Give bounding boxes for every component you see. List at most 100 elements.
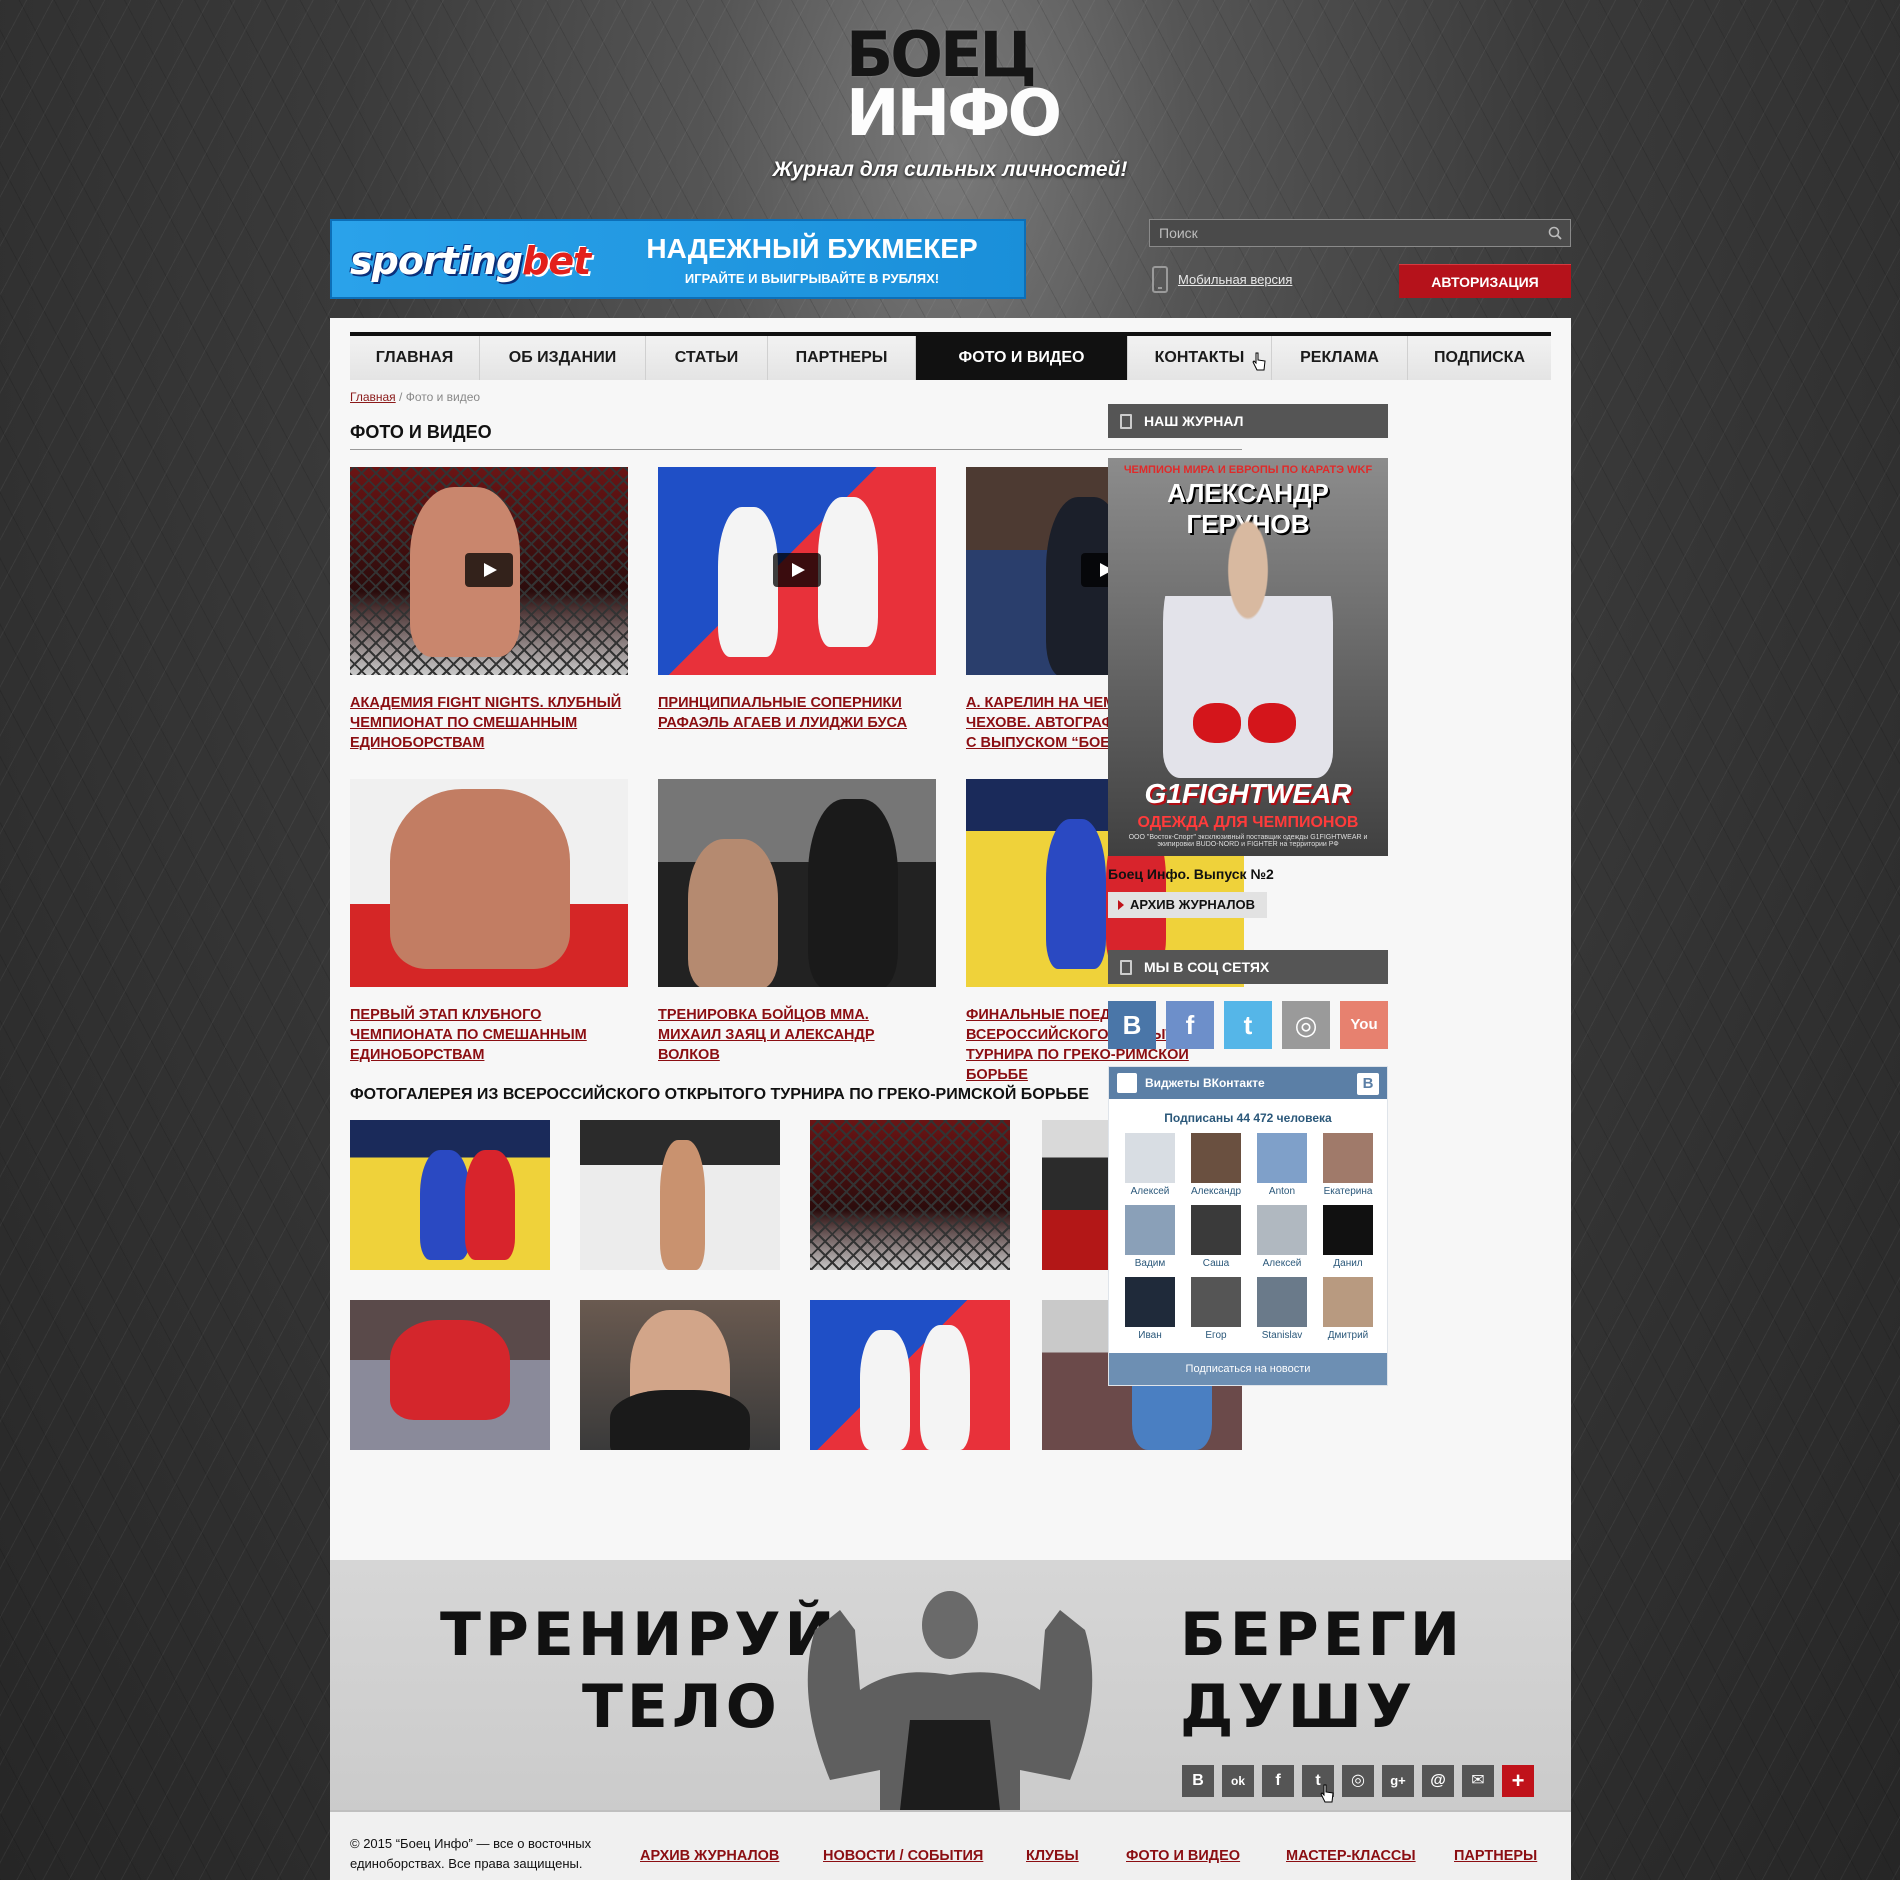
footer-link-master-classes[interactable]: МАСТЕР-КЛАССЫ [1286, 1848, 1416, 1864]
content-panel: ГЛАВНАЯ ОБ ИЗДАНИИ СТАТЬИ ПАРТНЕРЫ ФОТО … [330, 318, 1571, 1880]
cover-small-print: ООО "Восток-Спорт" эксклюзивный поставщи… [1128, 834, 1368, 848]
mobile-version-link[interactable]: Мобильная версия [1178, 272, 1292, 287]
nav-item-partners[interactable]: ПАРТНЕРЫ [768, 336, 916, 380]
youtube-icon[interactable]: You [1340, 1001, 1388, 1049]
vk-icon[interactable]: В [1108, 1001, 1156, 1049]
nav-item-contacts[interactable]: КОНТАКТЫ [1128, 336, 1272, 380]
footer: © 2015 “Боец Инфо” — все о восточных еди… [330, 1810, 1571, 1880]
search-input[interactable] [1150, 220, 1570, 246]
instagram-icon[interactable]: ◎ [1282, 1001, 1330, 1049]
vk-subscriber[interactable]: Вадим [1117, 1205, 1183, 1269]
vk-subscriber[interactable]: Иван [1117, 1277, 1183, 1341]
odnoklassniki-icon[interactable]: ok [1222, 1765, 1254, 1797]
vk-widget-logo-icon [1117, 1073, 1137, 1093]
media-thumbnail[interactable] [350, 467, 628, 675]
vk-subscriber[interactable]: Алексей [1117, 1133, 1183, 1197]
vk-widget-title: Виджеты ВКонтакте [1145, 1076, 1265, 1090]
sidebar-social-heading: МЫ В СОЦ СЕТЯХ [1108, 950, 1388, 984]
document-icon [1120, 414, 1132, 429]
nav-item-advertising[interactable]: РЕКЛАМА [1272, 336, 1408, 380]
gallery-photo[interactable] [580, 1120, 780, 1270]
cover-photo [1163, 518, 1333, 778]
vk-subscriber[interactable]: Anton [1249, 1133, 1315, 1197]
mail-ru-icon[interactable]: @ [1422, 1765, 1454, 1797]
breadcrumb-home-link[interactable]: Главная [350, 390, 396, 404]
vk-icon[interactable]: В [1357, 1073, 1379, 1095]
footer-link-clubs[interactable]: КЛУБЫ [1026, 1848, 1079, 1864]
vk-subscriber[interactable]: Дмитрий [1315, 1277, 1381, 1341]
footer-link-archive[interactable]: АРХИВ ЖУРНАЛОВ [640, 1848, 779, 1864]
ad-banner[interactable]: sportingbet НАДЕЖНЫЙ БУКМЕКЕР ИГРАЙТЕ И … [330, 219, 1026, 299]
avatar [1125, 1277, 1175, 1327]
media-card-title[interactable]: АКАДЕМИЯ FIGHT NIGHTS. КЛУБНЫЙ ЧЕМПИОНАТ… [350, 693, 628, 753]
promo-right-line-2: ДУШУ [1180, 1672, 1417, 1742]
promo-athlete-image [807, 1591, 1093, 1810]
issue-label: Боец Инфо. Выпуск №2 [1108, 866, 1274, 882]
logo-line-2: ИНФО [846, 77, 1062, 151]
vk-subscribe-button[interactable]: Подписаться на новости [1109, 1353, 1387, 1385]
play-icon[interactable] [465, 553, 513, 587]
sidebar-magazine-heading: НАШ ЖУРНАЛ [1108, 404, 1388, 438]
facebook-icon[interactable]: f [1166, 1001, 1214, 1049]
play-icon[interactable] [773, 553, 821, 587]
media-card[interactable]: ТРЕНИРОВКА БОЙЦОВ ММА. МИХАИЛ ЗАЯЦ И АЛЕ… [658, 779, 936, 1065]
magazine-archive-button[interactable]: АРХИВ ЖУРНАЛОВ [1108, 892, 1267, 918]
footer-link-photo-video[interactable]: ФОТО И ВИДЕО [1126, 1848, 1240, 1864]
nav-item-about[interactable]: ОБ ИЗДАНИИ [480, 336, 646, 380]
avatar [1323, 1205, 1373, 1255]
twitter-icon[interactable]: t [1224, 1001, 1272, 1049]
avatar [1257, 1277, 1307, 1327]
vk-subscriber[interactable]: Данил [1315, 1205, 1381, 1269]
cover-slogan: ОДЕЖДА ДЛЯ ЧЕМПИОНОВ [1137, 814, 1359, 831]
ad-brand-logo: sportingbet [350, 239, 591, 283]
google-plus-icon[interactable]: g+ [1382, 1765, 1414, 1797]
gallery-photo[interactable] [350, 1120, 550, 1270]
nav-item-photo-video[interactable]: ФОТО И ВИДЕО [916, 336, 1128, 380]
avatar [1323, 1133, 1373, 1183]
media-thumbnail[interactable] [658, 467, 936, 675]
vk-widget-header: Виджеты ВКонтакте В [1109, 1067, 1387, 1099]
vk-subscriber[interactable]: Екатерина [1315, 1133, 1381, 1197]
footer-link-partners[interactable]: ПАРТНЕРЫ [1454, 1848, 1537, 1864]
instagram-icon[interactable]: ◎ [1342, 1765, 1374, 1797]
login-button[interactable]: АВТОРИЗАЦИЯ [1399, 264, 1571, 298]
promo-left-line-2: ТЕЛО [582, 1672, 781, 1742]
avatar [1323, 1277, 1373, 1327]
vk-icon[interactable]: В [1182, 1765, 1214, 1797]
gallery-photo[interactable] [350, 1300, 550, 1450]
vk-subscriber[interactable]: Егор [1183, 1277, 1249, 1341]
vk-subscriber[interactable]: Stanislav [1249, 1277, 1315, 1341]
facebook-icon[interactable]: f [1262, 1765, 1294, 1797]
site-logo[interactable]: БОЕЦ ИНФО [846, 24, 1078, 150]
magazine-cover[interactable]: ЧЕМПИОН МИРА И ЕВРОПЫ ПО КАРАТЭ WKF АЛЕК… [1108, 458, 1388, 856]
gallery-photo[interactable] [810, 1120, 1010, 1270]
vk-subscriber[interactable]: Алексей [1249, 1205, 1315, 1269]
vk-subscriber-count[interactable]: Подписаны 44 472 человека [1109, 1111, 1387, 1125]
plus-icon[interactable]: + [1502, 1765, 1534, 1797]
media-card[interactable]: ПРИНЦИПИАЛЬНЫЕ СОПЕРНИКИ РАФАЭЛЬ АГАЕВ И… [658, 467, 936, 733]
media-thumbnail[interactable] [658, 779, 936, 987]
media-card-title[interactable]: ПРИНЦИПИАЛЬНЫЕ СОПЕРНИКИ РАФАЭЛЬ АГАЕВ И… [658, 693, 936, 733]
vk-subscriber[interactable]: Александр [1183, 1133, 1249, 1197]
avatar [1191, 1205, 1241, 1255]
media-card-title[interactable]: ТРЕНИРОВКА БОЙЦОВ ММА. МИХАИЛ ЗАЯЦ И АЛЕ… [658, 1005, 936, 1065]
promo-right-line-1: БЕРЕГИ [1180, 1600, 1465, 1670]
email-icon[interactable]: ✉ [1462, 1765, 1494, 1797]
hand-cursor-icon [1320, 1784, 1334, 1803]
nav-item-articles[interactable]: СТАТЬИ [646, 336, 768, 380]
footer-link-news[interactable]: НОВОСТИ / СОБЫТИЯ [823, 1848, 983, 1864]
nav-item-home[interactable]: ГЛАВНАЯ [350, 336, 480, 380]
media-card[interactable]: ПЕРВЫЙ ЭТАП КЛУБНОГО ЧЕМПИОНАТА ПО СМЕША… [350, 779, 628, 1065]
media-thumbnail[interactable] [350, 779, 628, 987]
vk-subscriber-grid: Алексей Александр Anton Екатерина Вадим … [1117, 1133, 1381, 1341]
avatar [1191, 1277, 1241, 1327]
gallery-photo[interactable] [810, 1300, 1010, 1450]
media-card[interactable]: АКАДЕМИЯ FIGHT NIGHTS. КЛУБНЫЙ ЧЕМПИОНАТ… [350, 467, 628, 753]
gallery-photo[interactable] [580, 1300, 780, 1450]
nav-item-subscription[interactable]: ПОДПИСКА [1408, 336, 1551, 380]
media-card-title[interactable]: ПЕРВЫЙ ЭТАП КЛУБНОГО ЧЕМПИОНАТА ПО СМЕША… [350, 1005, 628, 1065]
vk-subscriber[interactable]: Саша [1183, 1205, 1249, 1269]
triangle-right-icon [1118, 900, 1124, 910]
search-icon[interactable] [1548, 226, 1562, 240]
mobile-phone-icon [1152, 266, 1168, 293]
